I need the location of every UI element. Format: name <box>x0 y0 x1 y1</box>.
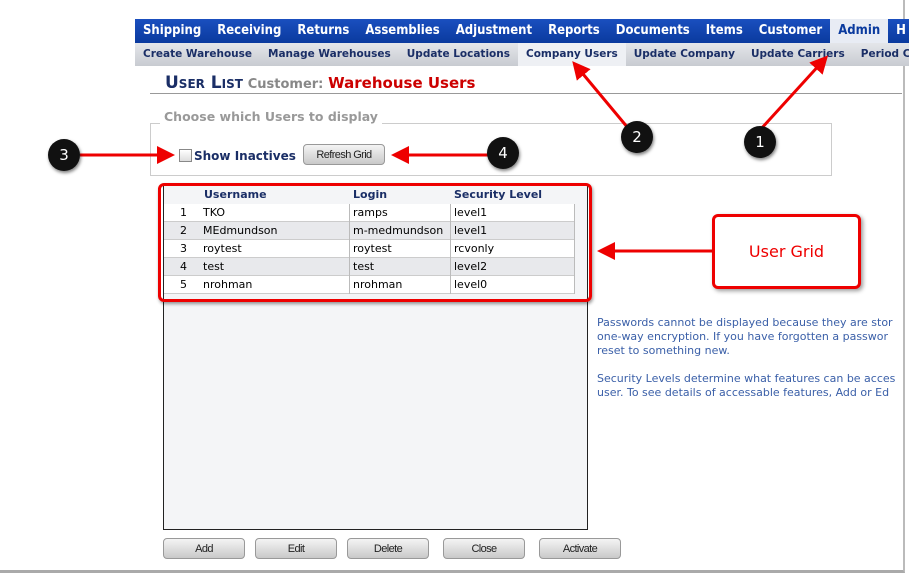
annotation-3: 3 <box>48 139 80 171</box>
arrow-2 <box>572 61 630 129</box>
annotation-4: 4 <box>487 137 519 169</box>
arrow-1 <box>758 55 829 132</box>
user-grid-callout: User Grid <box>712 214 861 289</box>
annotation-2: 2 <box>621 121 653 153</box>
annotation-1: 1 <box>744 126 776 158</box>
